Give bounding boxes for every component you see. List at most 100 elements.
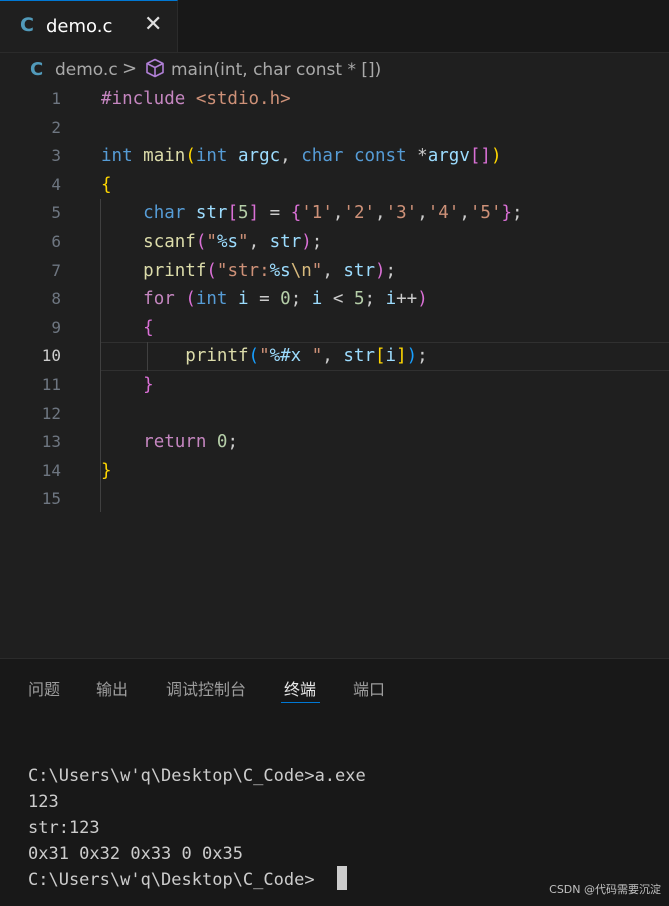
breadcrumb: C demo.c > main(int, char const * []) — [0, 53, 669, 85]
code-token: printf — [143, 260, 207, 281]
code-line[interactable]: 5 char str[5] = {'1','2','3','4','5'}; — [0, 199, 669, 227]
line-number: 7 — [51, 260, 61, 280]
breadcrumb-symbol[interactable]: main(int, char const * []) — [171, 60, 381, 80]
code-token: 5 — [238, 203, 249, 224]
code-token: char — [301, 146, 344, 167]
tab-title: demo.c — [46, 16, 113, 37]
line-code: } — [101, 371, 154, 399]
code-token: * — [406, 146, 428, 167]
code-token: '4' — [427, 203, 460, 224]
line-number: 6 — [51, 232, 61, 251]
code-token: , — [417, 203, 428, 224]
tab-output[interactable]: 输出 — [96, 676, 128, 700]
line-number: 3 — [51, 146, 61, 166]
code-token: ; — [385, 260, 397, 281]
line-number: 11 — [41, 375, 61, 394]
line-code: return 0; — [101, 428, 238, 456]
code-token: '5' — [469, 203, 502, 224]
code-line[interactable]: 10 printf("%#x ", str[i]); — [0, 342, 669, 370]
code-line[interactable]: 8 for (int i = 0; i < 5; i++) — [0, 285, 669, 313]
code-token: int — [195, 289, 228, 310]
line-code: char str[5] = {'1','2','3','4','5'}; — [101, 199, 523, 227]
code-token: " — [238, 232, 249, 252]
code-token: } — [143, 375, 154, 395]
terminal-cursor — [337, 866, 347, 890]
code-line[interactable]: 3 int main(int argc, char const *argv[]) — [0, 142, 669, 170]
tab-problems[interactable]: 问题 — [28, 676, 60, 700]
code-token: ] — [248, 203, 260, 224]
code-token: ; — [417, 346, 428, 367]
code-line[interactable]: 12 — [0, 400, 669, 428]
code-token: ) — [375, 260, 386, 281]
line-number: 5 — [51, 203, 61, 223]
terminal-prompt: C:\Users\w'q\Desktop\C_Code> — [28, 870, 315, 890]
tab-demo-c[interactable]: C demo.c ✕ — [0, 0, 178, 52]
code-token: for — [143, 289, 175, 310]
line-number: 13 — [41, 432, 61, 452]
code-line[interactable]: 6 scanf("%s", str); — [0, 228, 669, 256]
code-line[interactable]: 2 — [0, 114, 669, 142]
line-code: for (int i = 0; i < 5; i++) — [101, 285, 428, 313]
code-line[interactable]: 4{ — [0, 171, 669, 199]
line-code: } — [101, 457, 112, 485]
chevron-right-icon: > — [122, 58, 138, 79]
breadcrumb-file[interactable]: demo.c — [55, 60, 118, 80]
code-token: str — [343, 346, 375, 367]
code-line[interactable]: 7 printf("str:%s\n", str); — [0, 257, 669, 285]
code-token: } — [101, 460, 112, 481]
code-token: [ — [227, 203, 239, 224]
code-token: , — [248, 232, 270, 252]
code-token: \n — [290, 260, 312, 281]
code-token: ( — [195, 232, 207, 252]
code-editor[interactable]: 1 #include <stdio.h> 2 3 int main(int argc, … — [0, 85, 669, 657]
code-line[interactable]: 1 #include <stdio.h> — [0, 85, 669, 113]
code-token: 0 — [216, 432, 228, 453]
code-token: ] — [396, 346, 407, 367]
code-token: %#x — [269, 346, 302, 367]
code-token: = — [259, 203, 291, 224]
line-number: 12 — [41, 403, 61, 423]
code-line[interactable]: 13 return 0; — [0, 428, 669, 456]
code-token: " — [259, 346, 270, 367]
code-line[interactable]: 9 { — [0, 314, 669, 342]
code-token: const — [353, 146, 407, 167]
code-token: "str: — [216, 260, 270, 281]
line-number: 4 — [51, 174, 61, 194]
code-token: , — [332, 203, 344, 224]
code-token: { — [101, 174, 112, 195]
code-line[interactable]: 14} — [0, 457, 669, 485]
code-line[interactable]: 15 — [0, 485, 669, 513]
code-token: #include — [101, 89, 196, 109]
code-token: i — [238, 289, 249, 310]
line-code: { — [101, 314, 154, 342]
line-number: 14 — [41, 460, 61, 480]
tab-debug-console[interactable]: 调试控制台 — [166, 676, 246, 700]
line-code: printf("str:%s\n", str); — [101, 257, 396, 285]
code-token: , — [375, 203, 386, 224]
line-code: printf("%#x ", str[i]); — [101, 342, 428, 370]
line-number: 10 — [41, 346, 61, 366]
tab-terminal[interactable]: 终端 — [284, 676, 316, 700]
code-token: [ — [374, 346, 386, 367]
close-icon[interactable]: ✕ — [144, 12, 162, 37]
tab-ports[interactable]: 端口 — [353, 676, 385, 700]
code-token: ; — [227, 432, 239, 453]
code-token: < — [322, 289, 354, 310]
code-token: scanf — [143, 232, 196, 252]
code-token: ; — [311, 232, 323, 252]
code-line[interactable]: 11 } — [0, 371, 669, 399]
code-token: 0 — [280, 289, 291, 310]
terminal-line: 123 — [28, 792, 59, 812]
code-token: i — [385, 289, 397, 310]
code-token: { — [143, 317, 154, 338]
code-token: ; — [512, 203, 523, 224]
